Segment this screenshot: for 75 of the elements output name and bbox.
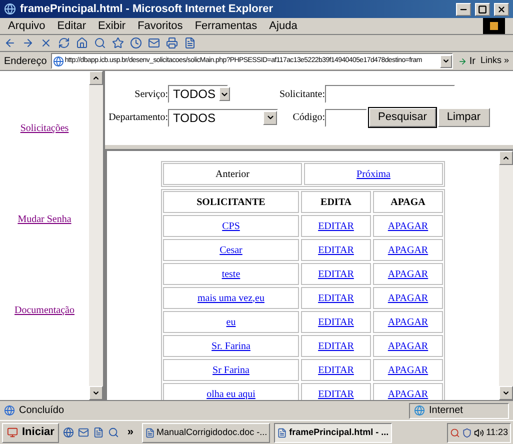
field-label: Serviço: [134, 88, 168, 102]
status-text: Concluído [19, 404, 66, 418]
speaker-icon [474, 428, 484, 438]
field-label: Solicitante: [278, 88, 325, 102]
search-button[interactable]: Pesquisar [369, 108, 436, 127]
page-icon [4, 405, 15, 416]
links-button[interactable]: Links » [480, 54, 509, 68]
clock-text: 11:23 [486, 426, 508, 439]
codigo-field[interactable] [325, 108, 367, 126]
window-title: framePrincipal.html - Microsoft Internet Explorer [20, 2, 274, 17]
vertical-scrollbar[interactable] [499, 151, 513, 400]
globe-icon[interactable] [63, 427, 74, 438]
previous-page-label: Anterior [163, 163, 302, 185]
vertical-scrollbar[interactable] [89, 71, 103, 400]
page-icon [52, 56, 64, 66]
browser-icon [4, 3, 16, 15]
requester-link[interactable]: Sr. Farina [212, 338, 250, 354]
minimize-icon[interactable] [456, 2, 471, 16]
more-button[interactable]: » [123, 424, 138, 441]
dropdown-field[interactable]: TODOS [168, 85, 228, 103]
document-icon [144, 428, 155, 438]
menu-item[interactable]: Favoritos [138, 18, 183, 34]
requester-link[interactable]: Cesar [220, 242, 242, 258]
column-header: SOLICITANTE [163, 191, 299, 213]
requester-link[interactable]: Sr Farina [212, 362, 250, 378]
menu-item[interactable]: Exibir [98, 18, 126, 34]
document-icon [277, 428, 288, 438]
taskbar-button[interactable]: ManualCorrigidodoc.doc -... [142, 422, 270, 442]
column-header: APAGA [373, 191, 443, 213]
globe-icon [414, 405, 425, 416]
go-button[interactable]: Ir [457, 54, 476, 68]
scroll-up-icon[interactable] [89, 71, 103, 85]
arrow-icon [458, 56, 468, 66]
forward-icon[interactable] [22, 37, 34, 49]
dropdown-field[interactable]: TODOS [168, 108, 278, 126]
requester-link[interactable]: CPS [222, 218, 240, 234]
requester-link[interactable]: teste [222, 266, 240, 282]
sidebar-link[interactable]: Documentação [14, 303, 74, 318]
requester-link[interactable]: eu [226, 314, 236, 330]
stop-icon[interactable] [40, 37, 52, 49]
home-icon[interactable] [76, 37, 88, 49]
document-icon[interactable] [93, 427, 104, 438]
zone-text: Internet [429, 404, 463, 418]
sidebar-link[interactable]: Mudar Senha [18, 212, 72, 227]
printer-icon[interactable] [166, 37, 178, 49]
mail-icon[interactable] [148, 37, 160, 49]
address-label: Endereço [4, 54, 47, 68]
search-icon [450, 428, 460, 438]
shield-icon [462, 428, 472, 438]
monitor-icon [7, 427, 18, 438]
field-label: Código: [292, 111, 325, 125]
menu-item[interactable]: Editar [57, 18, 86, 34]
scroll-up-icon[interactable] [499, 151, 513, 165]
search-icon[interactable] [94, 37, 106, 49]
maximize-icon[interactable] [475, 2, 490, 16]
menu-item[interactable]: Arquivo [8, 18, 46, 34]
next-page-link[interactable]: Próxima [304, 163, 443, 185]
clock-icon[interactable] [130, 37, 142, 49]
search-icon[interactable] [108, 427, 120, 438]
start-button[interactable]: Iniciar [2, 422, 60, 442]
menu-item[interactable]: Ajuda [269, 18, 298, 34]
field-label: Departamento: [108, 111, 168, 125]
close-icon[interactable] [494, 2, 509, 16]
taskbar-button[interactable]: framePrincipal.html - ... [274, 422, 392, 442]
scroll-down-icon[interactable] [499, 386, 513, 400]
column-header: EDITA [301, 191, 371, 213]
sidebar-link[interactable]: Solicitações [20, 121, 69, 136]
back-icon[interactable] [4, 37, 16, 49]
clear-button[interactable]: Limpar [438, 108, 490, 127]
mail-icon[interactable] [78, 427, 90, 438]
menu-item[interactable]: Ferramentas [194, 18, 258, 34]
star-icon[interactable] [112, 37, 124, 49]
refresh-icon[interactable] [58, 37, 70, 49]
scroll-down-icon[interactable] [89, 386, 103, 400]
document-icon[interactable] [184, 37, 196, 49]
